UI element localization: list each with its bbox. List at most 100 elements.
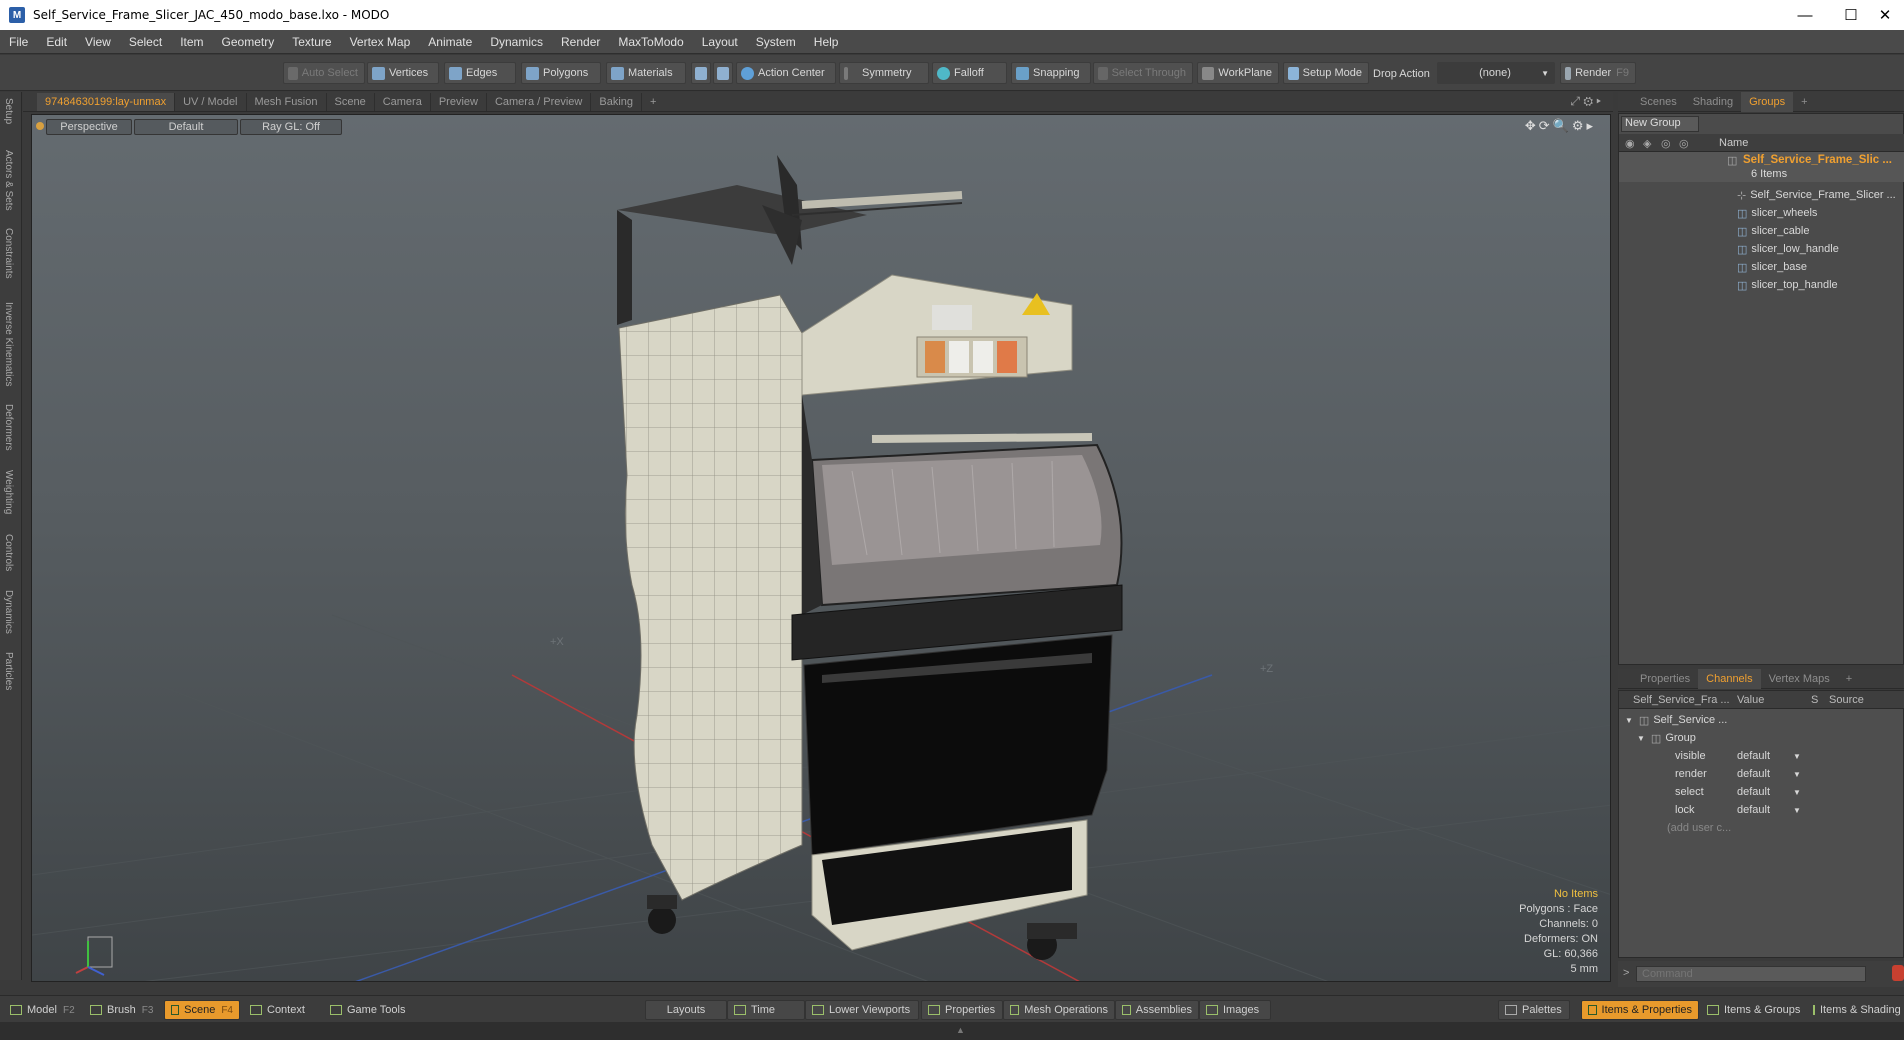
chevron-down-icon[interactable]: ▼ — [1793, 752, 1801, 761]
workplane-button[interactable]: WorkPlane — [1197, 62, 1279, 84]
tab-weighting[interactable]: Weighting — [3, 470, 14, 514]
chevron-down-icon[interactable]: ▼ — [1793, 770, 1801, 779]
context-layout-button[interactable]: Context — [244, 1000, 322, 1020]
add-panel-tab[interactable]: + — [1838, 669, 1860, 689]
viewport-menu-icon[interactable] — [23, 93, 37, 111]
channel-row[interactable]: visible default ▼ — [1619, 747, 1904, 765]
expand-up-icon[interactable]: ▲ — [956, 1025, 965, 1035]
group-child-row[interactable]: ◫ slicer_wheels — [1619, 204, 1817, 222]
tab-scenes[interactable]: Scenes — [1632, 92, 1685, 112]
assemblies-button[interactable]: Assemblies — [1115, 1000, 1199, 1020]
items-shading-icon — [1813, 1005, 1815, 1015]
tab-dynamics[interactable]: Dynamics — [3, 590, 14, 634]
lower-viewports-button[interactable]: Lower Viewports — [805, 1000, 919, 1020]
images-button[interactable]: Images — [1199, 1000, 1271, 1020]
tab-uv-model[interactable]: UV / Model — [175, 92, 247, 111]
menu-system[interactable]: System — [747, 35, 805, 49]
group-child-row[interactable]: ⊹ Self_Service_Frame_Slicer ... — [1619, 186, 1896, 204]
items-properties-button[interactable]: Items & Properties — [1581, 1000, 1699, 1020]
group-root-row[interactable]: ◫ Self_Service_Frame_Slic ... 6 Items — [1619, 152, 1904, 182]
vertices-button[interactable]: Vertices — [367, 62, 439, 84]
polygons-button[interactable]: Polygons — [521, 62, 601, 84]
tab-properties[interactable]: Properties — [1632, 669, 1698, 689]
group-child-row[interactable]: ◫ slicer_cable — [1619, 222, 1810, 240]
action-center-button[interactable]: Action Center — [736, 62, 836, 84]
items-shading-button[interactable]: Items & Shading — [1807, 1000, 1904, 1020]
materials-button[interactable]: Materials — [606, 62, 686, 84]
viewport-maximize-icon[interactable]: ⤢ ⚙ ▸ — [1570, 94, 1601, 109]
channel-row[interactable]: select default ▼ — [1619, 783, 1904, 801]
render-button[interactable]: Render F9 — [1560, 62, 1636, 84]
item-mode-button[interactable] — [713, 62, 733, 84]
tab-groups[interactable]: Groups — [1741, 91, 1794, 112]
tab-camera[interactable]: Camera — [375, 92, 431, 111]
properties-button[interactable]: Properties — [921, 1000, 1003, 1020]
menu-render[interactable]: Render — [552, 35, 609, 49]
tab-baking[interactable]: Baking — [591, 92, 643, 111]
command-input[interactable] — [1636, 966, 1866, 982]
menu-view[interactable]: View — [76, 35, 120, 49]
layouts-button[interactable]: Layouts — [645, 1000, 727, 1020]
tab-constraints[interactable]: Constraints — [3, 228, 14, 279]
menu-texture[interactable]: Texture — [283, 35, 340, 49]
menu-layout[interactable]: Layout — [693, 35, 747, 49]
chevron-down-icon[interactable]: ▼ — [1793, 788, 1801, 797]
brush-layout-button[interactable]: Brush F3 — [84, 1000, 162, 1020]
menu-dynamics[interactable]: Dynamics — [481, 35, 552, 49]
menu-animate[interactable]: Animate — [419, 35, 481, 49]
setup-mode-button[interactable]: Setup Mode — [1283, 62, 1369, 84]
close-button[interactable]: ✕ — [1866, 0, 1904, 30]
tab-deformers[interactable]: Deformers — [3, 404, 14, 451]
game-tools-layout-button[interactable]: Game Tools — [324, 1000, 414, 1020]
edges-button[interactable]: Edges — [444, 62, 516, 84]
tab-actors-sets[interactable]: Actors & Sets — [3, 150, 14, 211]
menu-select[interactable]: Select — [120, 35, 171, 49]
add-tab-button[interactable]: + — [642, 93, 664, 111]
channel-row[interactable]: lock default ▼ — [1619, 801, 1904, 819]
menu-edit[interactable]: Edit — [37, 35, 76, 49]
menu-vertex-map[interactable]: Vertex Map — [341, 35, 420, 49]
menu-geometry[interactable]: Geometry — [213, 35, 284, 49]
add-panel-tab[interactable]: + — [1793, 92, 1815, 112]
items-groups-button[interactable]: Items & Groups — [1701, 1000, 1807, 1020]
tab-controls[interactable]: Controls — [3, 534, 14, 571]
tab-mesh-fusion[interactable]: Mesh Fusion — [247, 92, 327, 111]
menu-help[interactable]: Help — [805, 35, 848, 49]
mesh-operations-button[interactable]: Mesh Operations — [1003, 1000, 1115, 1020]
add-user-channel-row[interactable]: (add user c... — [1619, 819, 1904, 837]
falloff-button[interactable]: Falloff — [932, 62, 1007, 84]
group-child-row[interactable]: ◫ slicer_top_handle — [1619, 276, 1838, 294]
tab-preview[interactable]: Preview — [431, 92, 487, 111]
select-through-button[interactable]: Select Through — [1093, 62, 1193, 84]
group-child-row[interactable]: ◫ slicer_base — [1619, 258, 1807, 276]
minimize-button[interactable]: — — [1782, 0, 1828, 30]
3d-viewport[interactable]: Perspective Default Ray GL: Off ✥⟳🔍⚙▸ +X… — [31, 114, 1611, 982]
tab-shading[interactable]: Shading — [1685, 92, 1741, 112]
new-group-button[interactable]: New Group — [1621, 116, 1699, 132]
tab-setup[interactable]: Setup — [3, 98, 14, 124]
drop-action-select[interactable]: (none) ▼ — [1437, 62, 1555, 84]
tab-layout-unmax[interactable]: 97484630199:lay-unmax — [37, 92, 176, 111]
tab-channels[interactable]: Channels — [1698, 668, 1761, 689]
tab-inverse-kinematics[interactable]: Inverse Kinematics — [3, 302, 14, 386]
menu-item[interactable]: Item — [171, 35, 212, 49]
model-layout-button[interactable]: Model F2 — [4, 1000, 82, 1020]
menu-file[interactable]: File — [0, 35, 37, 49]
menu-maxtomodo[interactable]: MaxToModo — [609, 35, 692, 49]
scene-layout-button[interactable]: Scene F4 — [164, 1000, 240, 1020]
symmetry-button[interactable]: Symmetry — [839, 62, 929, 84]
snapping-button[interactable]: Snapping — [1011, 62, 1091, 84]
channel-group-row[interactable]: ▼ ◫ Group — [1619, 729, 1904, 747]
channel-root-row[interactable]: ▼ ◫ Self_Service ... — [1619, 711, 1904, 729]
channel-row[interactable]: render default ▼ — [1619, 765, 1904, 783]
group-child-row[interactable]: ◫ slicer_low_handle — [1619, 240, 1839, 258]
tab-particles[interactable]: Particles — [3, 652, 14, 690]
tab-scene[interactable]: Scene — [327, 92, 375, 111]
time-button[interactable]: Time — [727, 1000, 805, 1020]
tab-camera-preview[interactable]: Camera / Preview — [487, 92, 592, 111]
chevron-down-icon[interactable]: ▼ — [1793, 806, 1801, 815]
tab-vertex-maps[interactable]: Vertex Maps — [1761, 669, 1838, 689]
component-mode-button[interactable] — [691, 62, 711, 84]
palettes-button[interactable]: Palettes — [1498, 1000, 1570, 1020]
auto-select-button[interactable]: Auto Select — [283, 62, 365, 84]
